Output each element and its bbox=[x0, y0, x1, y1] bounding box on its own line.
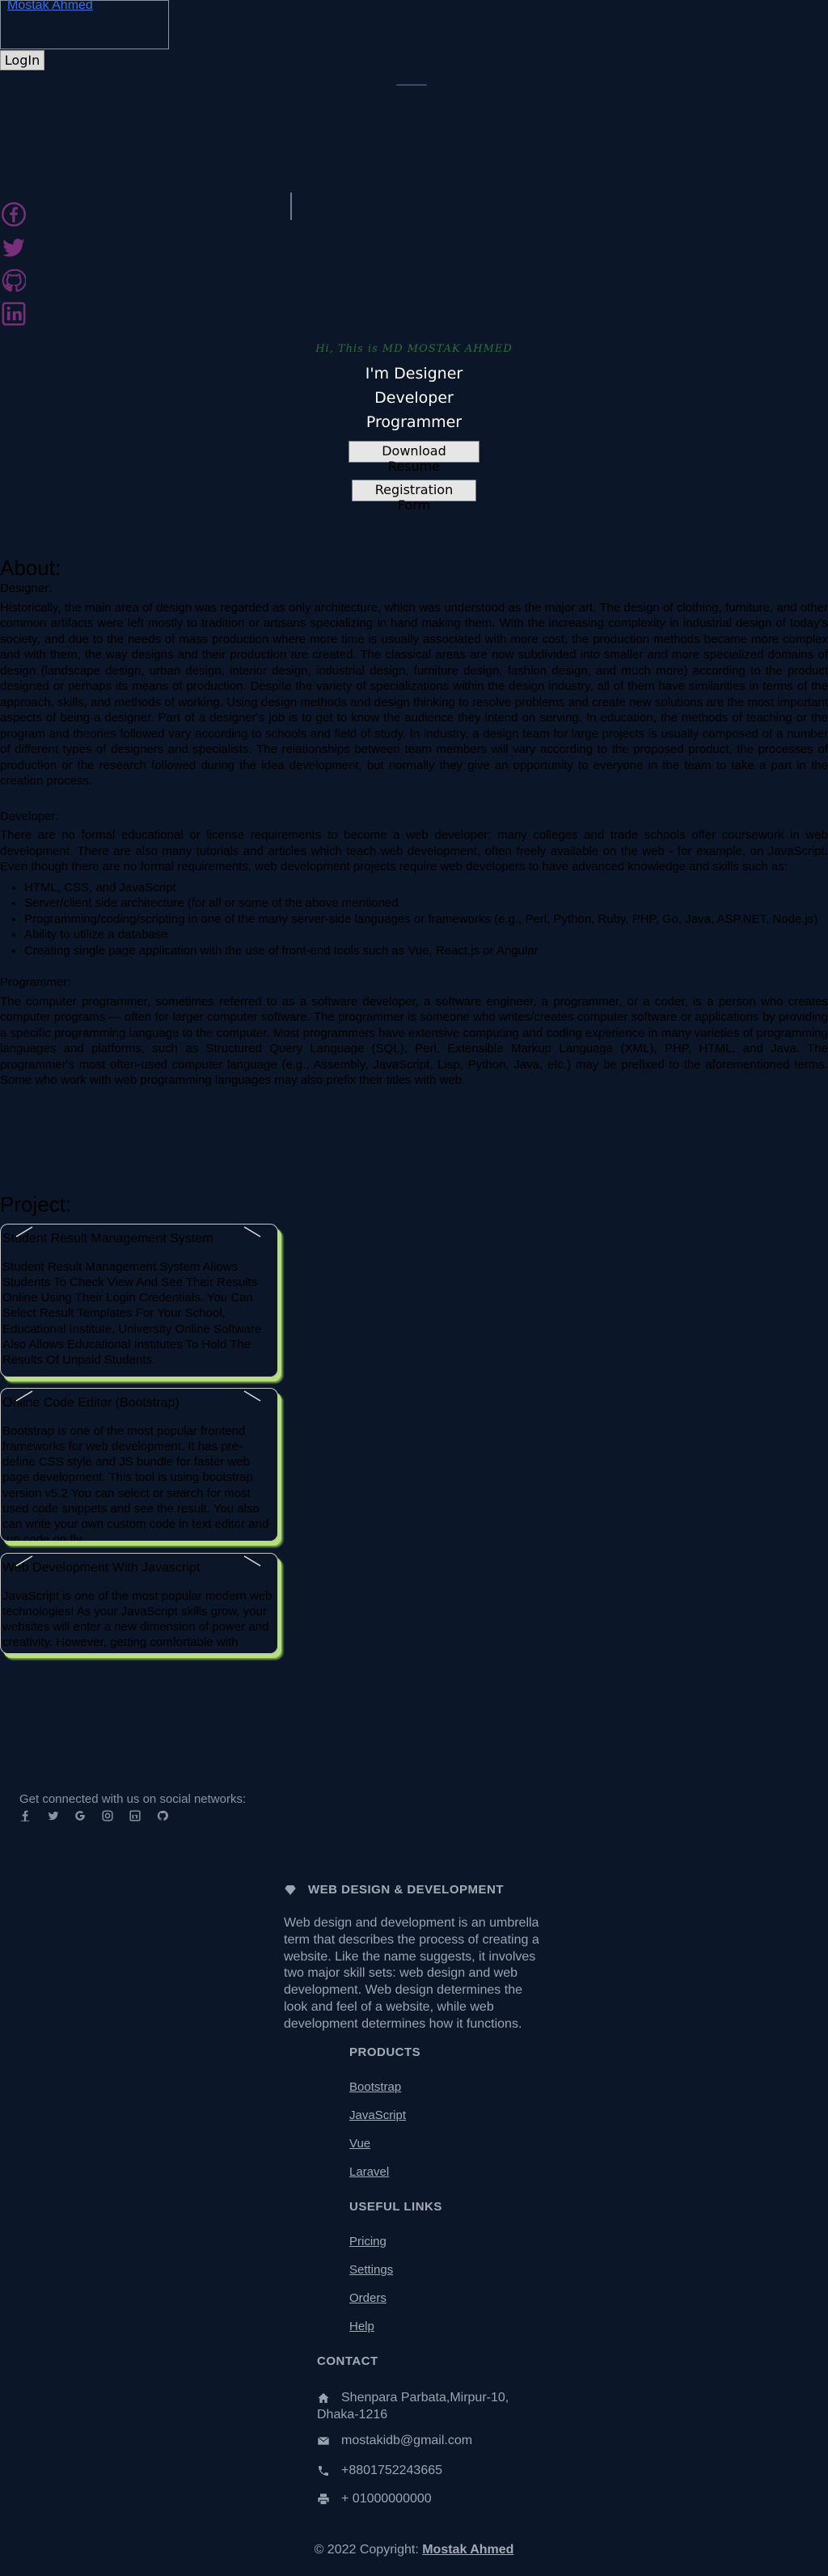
github-icon[interactable] bbox=[2, 269, 29, 296]
footer-about-heading-row: WEB DESIGN & DEVELOPMENT bbox=[284, 1882, 504, 1898]
connect-text: Get connected with us on social networks… bbox=[19, 1792, 247, 1806]
project-card[interactable]: Online Code Editor (Bootstrap) Bootstrap… bbox=[0, 1388, 278, 1542]
facebook-icon[interactable] bbox=[2, 202, 29, 230]
copyright-prefix: © 2022 Copyright: bbox=[314, 2543, 419, 2557]
footer-product-link[interactable]: JavaScript bbox=[349, 2108, 406, 2124]
envelope-icon bbox=[318, 2436, 329, 2445]
about-title: About: bbox=[0, 556, 61, 580]
designer-heading: Designer: bbox=[0, 582, 53, 595]
google-icon[interactable] bbox=[74, 1810, 86, 1821]
footer-address: Shenpara Parbata,Mirpur-10, Dhaka-1216 bbox=[317, 2390, 511, 2424]
footer-product-link[interactable]: Vue bbox=[349, 2136, 370, 2152]
corner-decoration-icon bbox=[243, 1226, 261, 1237]
twitter-icon[interactable] bbox=[47, 1810, 59, 1821]
facebook-icon[interactable] bbox=[19, 1810, 31, 1821]
registration-form-button[interactable]: Registration Form bbox=[352, 480, 476, 513]
footer-useful-link[interactable]: Orders bbox=[349, 2290, 387, 2307]
project-card-title: Student Result Management System bbox=[2, 1232, 213, 1246]
footer-contact-heading: CONTACT bbox=[317, 2354, 378, 2368]
footer-useful-link[interactable]: Help bbox=[349, 2319, 374, 2335]
corner-decoration-icon bbox=[243, 1390, 261, 1402]
designer-text: Historically, the main area of design wa… bbox=[0, 600, 828, 789]
github-icon[interactable] bbox=[157, 1810, 168, 1821]
corner-decoration-icon bbox=[15, 1555, 33, 1567]
programmer-text: The computer programmer, sometimes refer… bbox=[0, 994, 828, 1088]
footer-product-link[interactable]: Laravel bbox=[349, 2164, 389, 2181]
list-item: Ability to utilize a database bbox=[24, 927, 828, 943]
linkedin-icon[interactable] bbox=[2, 302, 29, 329]
brand-link[interactable]: Mostak Ahmed bbox=[7, 0, 93, 15]
project-card[interactable]: Student Result Management System Student… bbox=[0, 1224, 278, 1377]
corner-decoration-icon bbox=[15, 1226, 33, 1237]
developer-heading: Developer: bbox=[0, 809, 59, 823]
project-card-body: Bootstrap is one of the most popular fro… bbox=[2, 1423, 269, 1542]
hero-divider bbox=[396, 84, 427, 86]
home-icon bbox=[318, 2392, 329, 2403]
project-card-body: Student Result Management System Allows … bbox=[2, 1259, 262, 1367]
corner-decoration-icon bbox=[243, 1555, 261, 1567]
footer-social-icons bbox=[19, 1810, 168, 1821]
footer-useful-link[interactable]: Pricing bbox=[349, 2234, 387, 2250]
hero-role-designer: I'm Designer bbox=[365, 365, 463, 383]
list-item: HTML, CSS, and JavaScript bbox=[24, 880, 828, 896]
project-card-title: Online Code Editor (Bootstrap) bbox=[2, 1396, 180, 1410]
footer-useful-link[interactable]: Settings bbox=[349, 2262, 393, 2278]
hero-role-developer: Developer bbox=[374, 389, 454, 407]
brand-box: Mostak Ahmed bbox=[0, 0, 169, 49]
footer-products-heading: PRODUCTS bbox=[349, 2045, 421, 2059]
download-resume-button[interactable]: Download Resume bbox=[349, 441, 479, 474]
project-card-body: JavaScript is one of the most popular mo… bbox=[2, 1588, 272, 1653]
hero-role-programmer: Programmer bbox=[365, 413, 463, 431]
footer-fax: + 01000000000 bbox=[317, 2491, 432, 2508]
login-button[interactable]: LogIn bbox=[0, 50, 44, 70]
footer-phone-text: +8801752243665 bbox=[341, 2464, 443, 2477]
footer-about-text: Web design and development is an umbrell… bbox=[284, 1916, 539, 2031]
developer-skills-list: HTML, CSS, and JavaScript Server/client … bbox=[0, 880, 828, 959]
footer-about-heading: WEB DESIGN & DEVELOPMENT bbox=[308, 1883, 505, 1897]
twitter-icon[interactable] bbox=[2, 235, 29, 263]
list-item: Programming/coding/scripting in one of t… bbox=[24, 912, 828, 928]
hero-cursor bbox=[290, 192, 292, 220]
hero-name-tagline: Hi, This is MD MOSTAK AHMED bbox=[315, 343, 513, 355]
instagram-icon[interactable] bbox=[102, 1810, 113, 1821]
printer-icon bbox=[318, 2494, 329, 2505]
footer-address-text: Shenpara Parbata,Mirpur-10, Dhaka-1216 bbox=[317, 2391, 509, 2422]
list-item: Server/client side architecture (for all… bbox=[24, 895, 828, 912]
project-title: Project: bbox=[0, 1192, 72, 1216]
copyright: © 2022 Copyright: Mostak Ahmed bbox=[0, 2542, 828, 2559]
gem-icon bbox=[285, 1885, 296, 1896]
corner-decoration-icon bbox=[15, 1390, 33, 1402]
footer-useful-heading: USEFUL LINKS bbox=[349, 2200, 442, 2214]
footer-fax-text: + 01000000000 bbox=[341, 2492, 432, 2506]
copyright-name-link[interactable]: Mostak Ahmed bbox=[422, 2543, 513, 2557]
linkedin-icon[interactable] bbox=[129, 1810, 141, 1821]
side-social-icons bbox=[2, 202, 29, 335]
about-section: Designer: Historically, the main area of… bbox=[0, 581, 828, 1089]
phone-icon bbox=[319, 2465, 328, 2476]
footer-phone: +8801752243665 bbox=[317, 2463, 442, 2480]
project-card[interactable]: Web Development With Javascript JavaScri… bbox=[0, 1553, 278, 1654]
project-card-title: Web Development With Javascript bbox=[2, 1561, 201, 1575]
footer-product-link[interactable]: Bootstrap bbox=[349, 2079, 401, 2096]
programmer-heading: Programmer: bbox=[0, 975, 71, 989]
footer-email: mostakidb@gmail.com bbox=[317, 2433, 472, 2450]
list-item: Creating single page application with th… bbox=[24, 943, 828, 959]
footer-email-text: mostakidb@gmail.com bbox=[341, 2434, 473, 2447]
developer-text: There are no formal educational or licen… bbox=[0, 828, 828, 873]
